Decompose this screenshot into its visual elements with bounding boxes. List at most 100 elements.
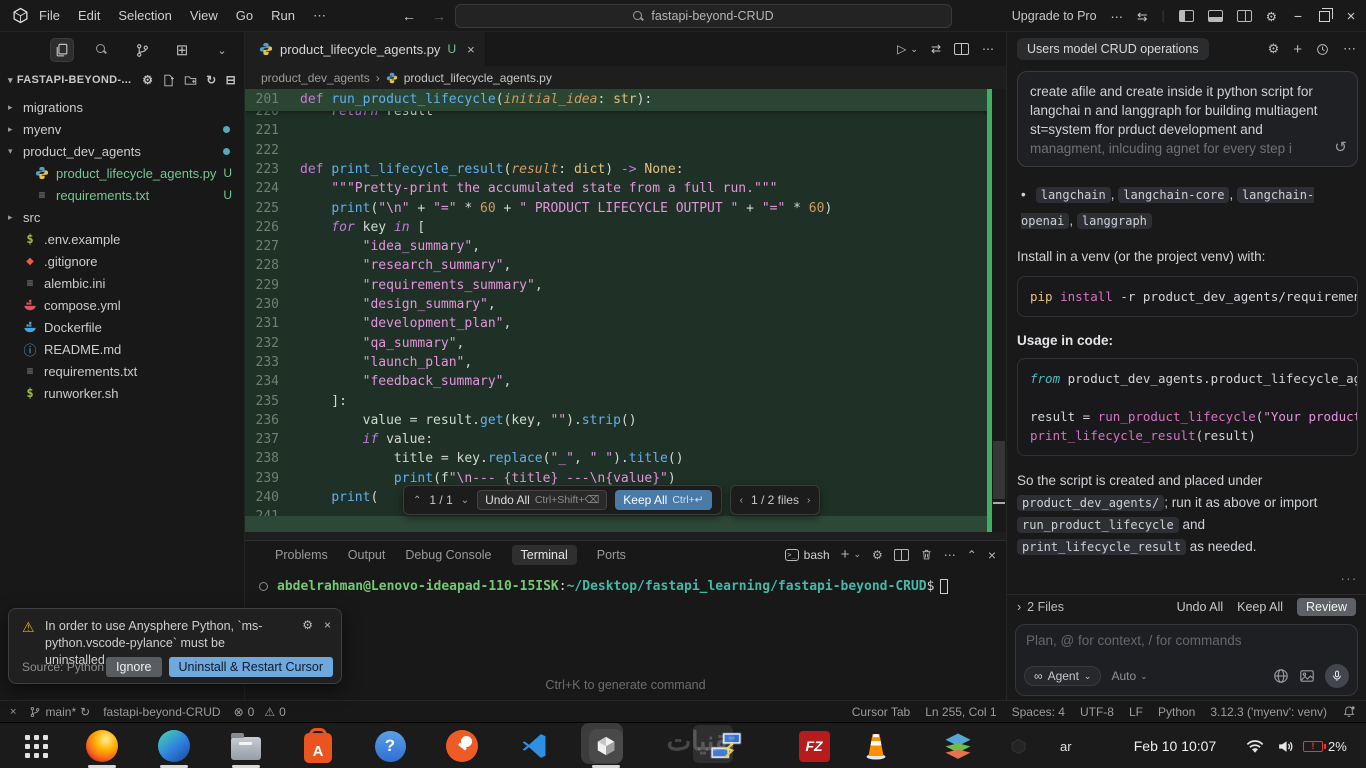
uninstall-restart-button[interactable]: Uninstall & Restart Cursor bbox=[168, 657, 333, 677]
terminal-dropdown-icon[interactable]: ⌄ bbox=[853, 549, 861, 560]
sync-icon[interactable]: ⇆ bbox=[1137, 9, 1147, 24]
tree-item-product-dev-agents[interactable]: ▾ product_dev_agents bbox=[0, 140, 244, 162]
tree-item-myenv[interactable]: ▸ myenv bbox=[0, 118, 244, 140]
new-folder-icon[interactable] bbox=[184, 74, 197, 87]
command-center-search[interactable]: fastapi-beyond-CRUD bbox=[455, 4, 952, 28]
menu-edit[interactable]: Edit bbox=[78, 8, 100, 23]
split-terminal-icon[interactable] bbox=[893, 548, 909, 561]
eol-item[interactable]: LF bbox=[1129, 705, 1143, 719]
split-editor-icon[interactable] bbox=[954, 43, 969, 55]
taskbar-firefox[interactable] bbox=[82, 723, 122, 768]
next-file-icon[interactable]: › bbox=[807, 495, 810, 506]
problems-item[interactable]: ⊗ 0 ⚠ 0 bbox=[234, 705, 286, 719]
undo-all-button[interactable]: Undo All Ctrl+Shift+⌫ bbox=[477, 490, 608, 510]
agent-mode-selector[interactable]: ∞ Agent ⌄ bbox=[1024, 666, 1102, 686]
chat-settings-icon[interactable]: ⚙ bbox=[1268, 41, 1280, 57]
tree-item-requirements-txt[interactable]: ≡ requirements.txt bbox=[0, 360, 244, 382]
tree-item-compose-yml[interactable]: compose.yml bbox=[0, 294, 244, 316]
cursor-tab-item[interactable]: Cursor Tab bbox=[852, 705, 910, 719]
run-dropdown-chevron-icon[interactable]: ⌄ bbox=[910, 44, 918, 55]
web-search-icon[interactable] bbox=[1273, 668, 1289, 684]
editor-more-icon[interactable]: ⋯ bbox=[982, 42, 994, 56]
panel-tab-ports[interactable]: Ports bbox=[597, 548, 626, 562]
taskbar-putty[interactable] bbox=[706, 723, 746, 768]
tree-item-requirements-txt[interactable]: ≡ requirements.txt U bbox=[0, 184, 244, 206]
tree-item-migrations[interactable]: ▸ migrations bbox=[0, 96, 244, 118]
taskbar-cursor[interactable] bbox=[586, 723, 626, 768]
chat-undo-all-button[interactable]: Undo All bbox=[1177, 600, 1224, 614]
tab-product-lifecycle-agents[interactable]: product_lifecycle_agents.py U × bbox=[245, 32, 486, 66]
tree-item-src[interactable]: ▸ src bbox=[0, 206, 244, 228]
tray-cursor-icon[interactable] bbox=[1010, 723, 1027, 768]
extensions-icon[interactable]: ⊞ bbox=[170, 38, 194, 62]
open-changes-icon[interactable]: ⇄ bbox=[931, 42, 941, 56]
chat-keep-all-button[interactable]: Keep All bbox=[1237, 600, 1283, 614]
terminal-settings-icon[interactable]: ⚙ bbox=[872, 548, 883, 562]
keep-all-button[interactable]: Keep All Ctrl+↵ bbox=[615, 490, 712, 510]
chat-messages[interactable]: create afile and create inside it python… bbox=[1017, 68, 1358, 590]
kill-terminal-icon[interactable] bbox=[920, 548, 933, 561]
ignore-button[interactable]: Ignore bbox=[106, 657, 162, 677]
next-change-icon[interactable]: ⌄ bbox=[461, 495, 469, 506]
minimize-button[interactable]: − bbox=[1291, 8, 1305, 24]
titlebar-more-icon[interactable]: ⋯ bbox=[1111, 9, 1124, 24]
tab-close-icon[interactable]: × bbox=[467, 42, 475, 57]
taskbar-help[interactable]: ? bbox=[370, 723, 410, 768]
nav-back-icon[interactable]: ← bbox=[402, 8, 416, 24]
upgrade-to-pro-button[interactable]: Upgrade to Pro bbox=[1012, 9, 1097, 23]
panel-tab-terminal[interactable]: Terminal bbox=[511, 545, 577, 565]
remote-indicator-icon[interactable]: × bbox=[10, 706, 16, 718]
menu-file[interactable]: File bbox=[39, 8, 60, 23]
taskbar-vlc[interactable] bbox=[856, 723, 896, 768]
cursor-position-item[interactable]: Ln 255, Col 1 bbox=[925, 705, 996, 719]
keyboard-layout-indicator[interactable]: ar bbox=[1060, 723, 1072, 768]
menu-more-icon[interactable]: ⋯ bbox=[313, 8, 326, 24]
toggle-left-sidebar-icon[interactable] bbox=[1178, 10, 1194, 22]
taskbar-filezilla[interactable]: FZ bbox=[794, 723, 834, 768]
refresh-icon[interactable]: ↻ bbox=[206, 73, 216, 87]
close-panel-icon[interactable]: × bbox=[988, 547, 996, 563]
explorer-settings-icon[interactable]: ⚙ bbox=[142, 73, 153, 87]
review-button[interactable]: Review bbox=[1297, 597, 1356, 616]
notifications-bell-icon[interactable] bbox=[1342, 705, 1356, 719]
close-button[interactable]: × bbox=[1344, 8, 1358, 25]
collapse-all-icon[interactable]: ⊟ bbox=[226, 73, 236, 87]
menu-run[interactable]: Run bbox=[271, 8, 295, 23]
project-item[interactable]: fastapi-beyond-CRUD bbox=[103, 705, 220, 719]
encoding-item[interactable]: UTF-8 bbox=[1080, 705, 1114, 719]
chat-input[interactable] bbox=[1026, 633, 1347, 648]
tree-item--gitignore[interactable]: ◆ .gitignore bbox=[0, 250, 244, 272]
new-chat-icon[interactable]: + bbox=[1293, 41, 1302, 58]
chat-more-icon[interactable]: ⋯ bbox=[1343, 41, 1356, 57]
taskbar-app-center[interactable]: A bbox=[298, 723, 338, 768]
run-python-icon[interactable]: ▷ bbox=[897, 42, 906, 56]
indentation-item[interactable]: Spaces: 4 bbox=[1012, 705, 1065, 719]
maximize-panel-icon[interactable]: ⌃ bbox=[967, 548, 977, 562]
explorer-header[interactable]: ▾ FASTAPI-BEYOND-... ⚙ ↻ ⊟ bbox=[0, 68, 244, 92]
tree-item-alembic-ini[interactable]: ≡ alembic.ini bbox=[0, 272, 244, 294]
volume-icon[interactable] bbox=[1277, 723, 1294, 768]
toggle-panel-icon[interactable] bbox=[1207, 10, 1223, 22]
code-editor[interactable]: 220 return result 221 222 223 def print_life… bbox=[245, 89, 1006, 532]
taskbar-postman[interactable] bbox=[442, 723, 482, 768]
message-more-icon[interactable]: ... bbox=[1017, 568, 1358, 583]
tree-item-product-lifecycle-agents-py[interactable]: product_lifecycle_agents.py U bbox=[0, 162, 244, 184]
git-branch-item[interactable]: main* ↻ bbox=[29, 705, 90, 719]
nav-forward-icon[interactable]: → bbox=[432, 8, 446, 24]
new-terminal-icon[interactable]: + bbox=[841, 546, 850, 563]
toggle-right-sidebar-icon[interactable] bbox=[1236, 10, 1252, 22]
search-view-icon[interactable] bbox=[90, 38, 114, 62]
tree-item-dockerfile[interactable]: Dockerfile bbox=[0, 316, 244, 338]
taskbar-layers-app[interactable] bbox=[938, 723, 978, 768]
user-message-card[interactable]: create afile and create inside it python… bbox=[1017, 71, 1358, 167]
prev-file-icon[interactable]: ‹ bbox=[740, 495, 743, 506]
breadcrumb-folder[interactable]: product_dev_agents bbox=[261, 71, 370, 85]
history-icon[interactable] bbox=[1316, 43, 1329, 56]
attach-image-icon[interactable] bbox=[1299, 668, 1315, 684]
taskbar-app-grid[interactable] bbox=[16, 723, 56, 768]
model-selector[interactable]: Auto ⌄ bbox=[1111, 669, 1147, 683]
files-count[interactable]: 2 Files bbox=[1027, 600, 1064, 614]
scrollbar-slider[interactable] bbox=[993, 441, 1005, 499]
new-file-icon[interactable] bbox=[162, 74, 175, 87]
interpreter-item[interactable]: 3.12.3 ('myenv': venv) bbox=[1210, 705, 1327, 719]
